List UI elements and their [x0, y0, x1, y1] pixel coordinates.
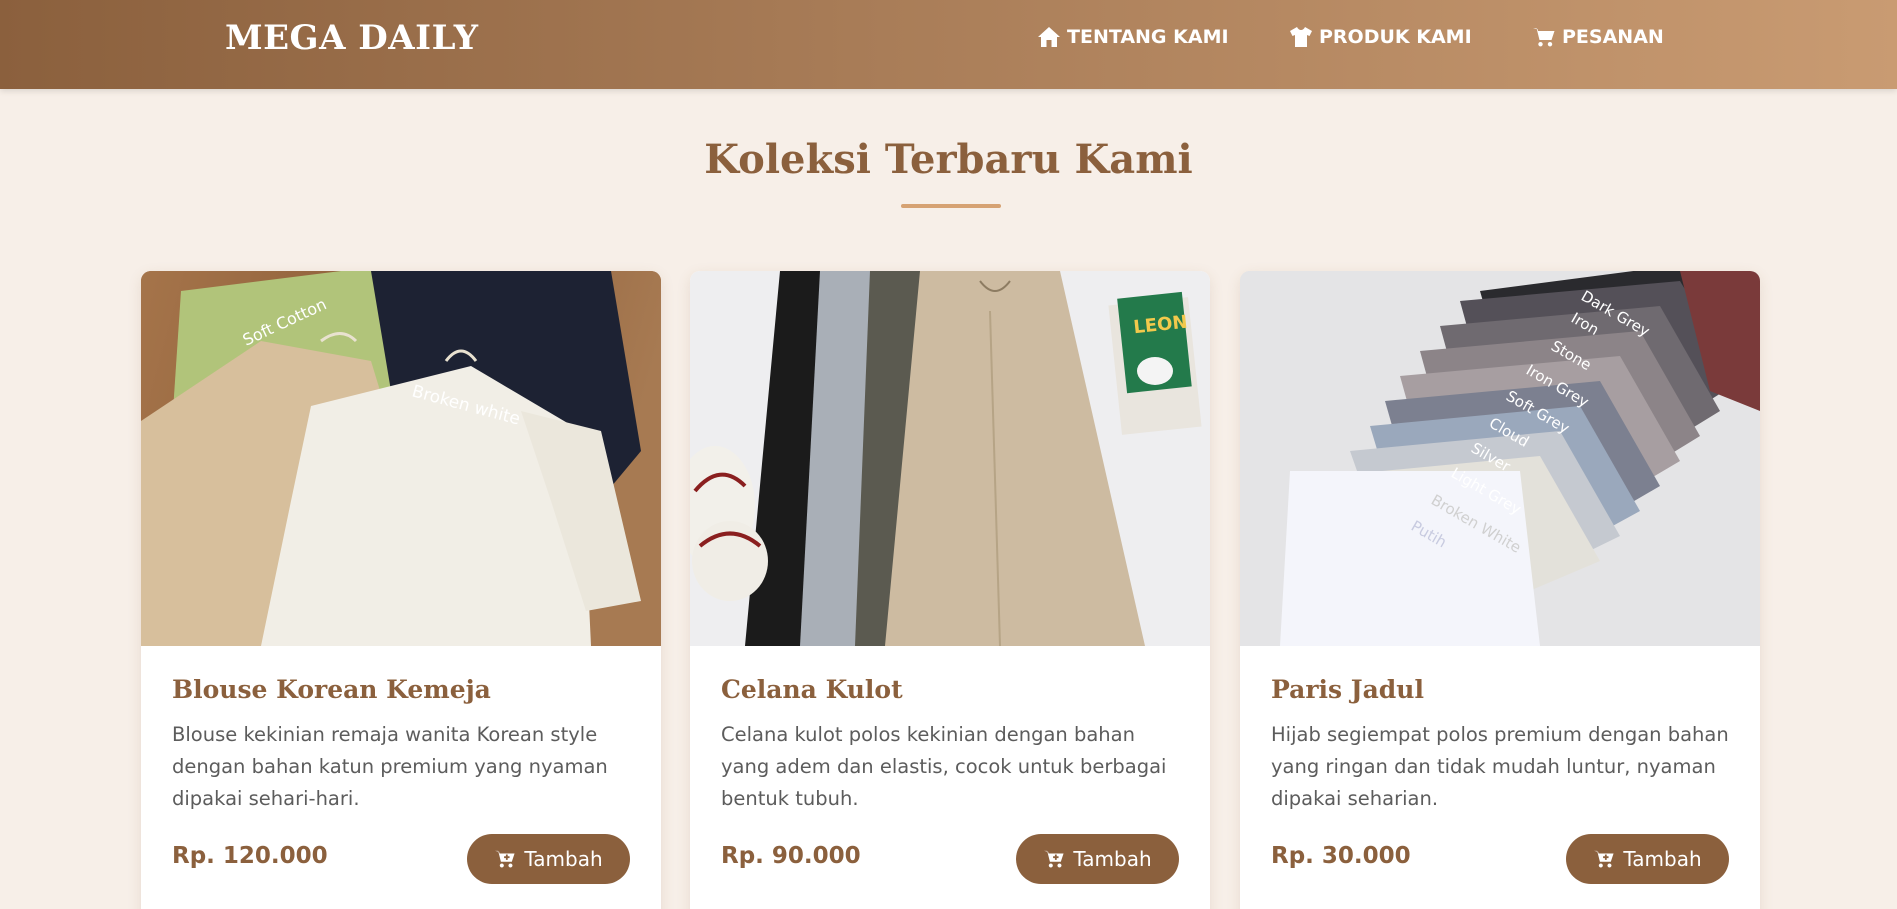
nav-item-products[interactable]: PRODUK KAMI — [1289, 22, 1472, 52]
cart-plus-icon — [1044, 850, 1064, 868]
product-card: LEON Celana Kulot Celana kulot polos kek… — [690, 271, 1210, 909]
culottes-photo: LEON — [690, 271, 1210, 646]
add-button-label: Tambah — [1073, 847, 1152, 871]
cart-plus-icon — [1594, 850, 1614, 868]
add-to-cart-button[interactable]: Tambah — [1566, 834, 1729, 884]
product-price: Rp. 90.000 — [721, 843, 861, 869]
blouse-photo: Soft Cotton Broken white — [141, 271, 661, 646]
add-button-label: Tambah — [1623, 847, 1702, 871]
home-icon — [1038, 27, 1060, 47]
cart-icon — [1533, 28, 1555, 47]
nav-item-orders[interactable]: PESANAN — [1532, 22, 1664, 52]
title-underline — [901, 204, 1001, 208]
product-name: Blouse Korean Kemeja — [172, 675, 491, 704]
product-description: Blouse kekinian remaja wanita Korean sty… — [172, 723, 608, 810]
product-description: Celana kulot polos kekinian dengan bahan… — [721, 723, 1167, 810]
product-description: Hijab segiempat polos premium dengan bah… — [1271, 723, 1729, 810]
shirt-icon — [1290, 27, 1312, 47]
product-price: Rp. 30.000 — [1271, 843, 1411, 869]
nav-item-label: PESANAN — [1562, 26, 1664, 48]
cart-plus-icon — [495, 850, 515, 868]
product-card: Soft Cotton Broken white Blouse Korean K… — [141, 271, 661, 909]
add-to-cart-button[interactable]: Tambah — [1016, 834, 1179, 884]
add-to-cart-button[interactable]: Tambah — [467, 834, 630, 884]
hijab-photo: Dark Grey Iron Stone Iron Grey Soft Grey… — [1240, 271, 1760, 646]
product-name: Paris Jadul — [1271, 675, 1424, 704]
navbar: MEGA DAILY TENTANG KAMI PRODUK KAMI PESA… — [0, 0, 1897, 89]
product-image: Dark Grey Iron Stone Iron Grey Soft Grey… — [1240, 271, 1760, 646]
product-card: Dark Grey Iron Stone Iron Grey Soft Grey… — [1240, 271, 1760, 909]
product-price: Rp. 120.000 — [172, 843, 328, 869]
nav-item-about[interactable]: TENTANG KAMI — [1037, 22, 1229, 52]
product-name: Celana Kulot — [721, 675, 903, 704]
nav-item-label: PRODUK KAMI — [1319, 26, 1472, 48]
product-image: Soft Cotton Broken white — [141, 271, 661, 646]
product-image: LEON — [690, 271, 1210, 646]
nav-item-label: TENTANG KAMI — [1067, 26, 1229, 48]
section-title: Koleksi Terbaru Kami — [704, 136, 1193, 183]
add-button-label: Tambah — [524, 847, 603, 871]
brand-logo[interactable]: MEGA DAILY — [225, 18, 479, 58]
